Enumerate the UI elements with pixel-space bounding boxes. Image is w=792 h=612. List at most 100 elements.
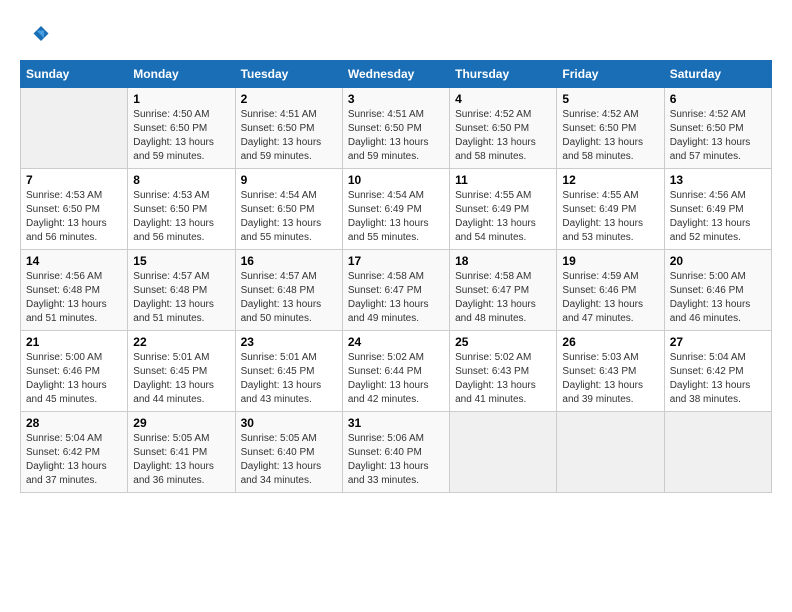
daylight-text: Daylight: 13 hours and 48 minutes. [455, 299, 536, 324]
sunset-text: Sunset: 6:50 PM [241, 123, 315, 134]
day-number: 24 [348, 335, 444, 349]
daylight-text: Daylight: 13 hours and 58 minutes. [455, 137, 536, 162]
daylight-text: Daylight: 13 hours and 53 minutes. [562, 218, 643, 243]
day-number: 5 [562, 92, 658, 106]
sunrise-text: Sunrise: 4:56 AM [670, 190, 746, 201]
sunset-text: Sunset: 6:50 PM [455, 123, 529, 134]
sunrise-text: Sunrise: 5:06 AM [348, 433, 424, 444]
daylight-text: Daylight: 13 hours and 39 minutes. [562, 380, 643, 405]
day-info: Sunrise: 4:54 AM Sunset: 6:50 PM Dayligh… [241, 189, 337, 245]
day-info: Sunrise: 4:58 AM Sunset: 6:47 PM Dayligh… [455, 270, 551, 326]
day-info: Sunrise: 4:56 AM Sunset: 6:49 PM Dayligh… [670, 189, 766, 245]
daylight-text: Daylight: 13 hours and 59 minutes. [348, 137, 429, 162]
day-number: 1 [133, 92, 229, 106]
weekday-header: Thursday [450, 61, 557, 88]
calendar-cell: 27 Sunrise: 5:04 AM Sunset: 6:42 PM Dayl… [664, 331, 771, 412]
daylight-text: Daylight: 13 hours and 43 minutes. [241, 380, 322, 405]
sunrise-text: Sunrise: 4:55 AM [455, 190, 531, 201]
header-row: SundayMondayTuesdayWednesdayThursdayFrid… [21, 61, 772, 88]
day-number: 25 [455, 335, 551, 349]
sunset-text: Sunset: 6:50 PM [133, 123, 207, 134]
sunset-text: Sunset: 6:46 PM [670, 285, 744, 296]
sunset-text: Sunset: 6:42 PM [670, 366, 744, 377]
sunrise-text: Sunrise: 4:51 AM [241, 109, 317, 120]
sunrise-text: Sunrise: 5:01 AM [241, 352, 317, 363]
calendar-cell: 1 Sunrise: 4:50 AM Sunset: 6:50 PM Dayli… [128, 88, 235, 169]
calendar-cell: 2 Sunrise: 4:51 AM Sunset: 6:50 PM Dayli… [235, 88, 342, 169]
weekday-header: Saturday [664, 61, 771, 88]
sunrise-text: Sunrise: 4:55 AM [562, 190, 638, 201]
sunrise-text: Sunrise: 5:01 AM [133, 352, 209, 363]
daylight-text: Daylight: 13 hours and 42 minutes. [348, 380, 429, 405]
daylight-text: Daylight: 13 hours and 58 minutes. [562, 137, 643, 162]
sunset-text: Sunset: 6:49 PM [455, 204, 529, 215]
day-info: Sunrise: 5:05 AM Sunset: 6:41 PM Dayligh… [133, 432, 229, 488]
calendar-row: 28 Sunrise: 5:04 AM Sunset: 6:42 PM Dayl… [21, 412, 772, 493]
day-number: 29 [133, 416, 229, 430]
sunset-text: Sunset: 6:42 PM [26, 447, 100, 458]
day-info: Sunrise: 5:00 AM Sunset: 6:46 PM Dayligh… [670, 270, 766, 326]
day-info: Sunrise: 5:00 AM Sunset: 6:46 PM Dayligh… [26, 351, 122, 407]
sunrise-text: Sunrise: 4:59 AM [562, 271, 638, 282]
sunrise-text: Sunrise: 5:05 AM [241, 433, 317, 444]
calendar-cell: 16 Sunrise: 4:57 AM Sunset: 6:48 PM Dayl… [235, 250, 342, 331]
day-info: Sunrise: 4:59 AM Sunset: 6:46 PM Dayligh… [562, 270, 658, 326]
calendar-cell: 17 Sunrise: 4:58 AM Sunset: 6:47 PM Dayl… [342, 250, 449, 331]
calendar-cell: 28 Sunrise: 5:04 AM Sunset: 6:42 PM Dayl… [21, 412, 128, 493]
sunset-text: Sunset: 6:50 PM [562, 123, 636, 134]
sunrise-text: Sunrise: 5:00 AM [26, 352, 102, 363]
daylight-text: Daylight: 13 hours and 33 minutes. [348, 461, 429, 486]
sunset-text: Sunset: 6:43 PM [455, 366, 529, 377]
calendar-cell: 12 Sunrise: 4:55 AM Sunset: 6:49 PM Dayl… [557, 169, 664, 250]
daylight-text: Daylight: 13 hours and 56 minutes. [133, 218, 214, 243]
daylight-text: Daylight: 13 hours and 57 minutes. [670, 137, 751, 162]
sunset-text: Sunset: 6:50 PM [348, 123, 422, 134]
day-number: 27 [670, 335, 766, 349]
daylight-text: Daylight: 13 hours and 59 minutes. [241, 137, 322, 162]
calendar-cell: 5 Sunrise: 4:52 AM Sunset: 6:50 PM Dayli… [557, 88, 664, 169]
sunset-text: Sunset: 6:40 PM [241, 447, 315, 458]
calendar-row: 7 Sunrise: 4:53 AM Sunset: 6:50 PM Dayli… [21, 169, 772, 250]
day-info: Sunrise: 4:52 AM Sunset: 6:50 PM Dayligh… [455, 108, 551, 164]
sunset-text: Sunset: 6:49 PM [562, 204, 636, 215]
day-number: 7 [26, 173, 122, 187]
weekday-header: Sunday [21, 61, 128, 88]
calendar-cell: 8 Sunrise: 4:53 AM Sunset: 6:50 PM Dayli… [128, 169, 235, 250]
calendar-cell: 24 Sunrise: 5:02 AM Sunset: 6:44 PM Dayl… [342, 331, 449, 412]
sunrise-text: Sunrise: 4:58 AM [455, 271, 531, 282]
calendar-cell: 23 Sunrise: 5:01 AM Sunset: 6:45 PM Dayl… [235, 331, 342, 412]
calendar-cell: 25 Sunrise: 5:02 AM Sunset: 6:43 PM Dayl… [450, 331, 557, 412]
sunset-text: Sunset: 6:46 PM [26, 366, 100, 377]
sunset-text: Sunset: 6:50 PM [133, 204, 207, 215]
daylight-text: Daylight: 13 hours and 41 minutes. [455, 380, 536, 405]
day-number: 15 [133, 254, 229, 268]
calendar-row: 21 Sunrise: 5:00 AM Sunset: 6:46 PM Dayl… [21, 331, 772, 412]
daylight-text: Daylight: 13 hours and 51 minutes. [133, 299, 214, 324]
daylight-text: Daylight: 13 hours and 38 minutes. [670, 380, 751, 405]
calendar-row: 14 Sunrise: 4:56 AM Sunset: 6:48 PM Dayl… [21, 250, 772, 331]
sunset-text: Sunset: 6:49 PM [670, 204, 744, 215]
day-number: 4 [455, 92, 551, 106]
sunset-text: Sunset: 6:50 PM [26, 204, 100, 215]
day-info: Sunrise: 5:05 AM Sunset: 6:40 PM Dayligh… [241, 432, 337, 488]
daylight-text: Daylight: 13 hours and 56 minutes. [26, 218, 107, 243]
sunrise-text: Sunrise: 5:02 AM [455, 352, 531, 363]
day-number: 13 [670, 173, 766, 187]
day-number: 17 [348, 254, 444, 268]
day-number: 3 [348, 92, 444, 106]
day-info: Sunrise: 4:58 AM Sunset: 6:47 PM Dayligh… [348, 270, 444, 326]
calendar-cell: 10 Sunrise: 4:54 AM Sunset: 6:49 PM Dayl… [342, 169, 449, 250]
calendar-cell [557, 412, 664, 493]
day-number: 10 [348, 173, 444, 187]
day-info: Sunrise: 5:02 AM Sunset: 6:44 PM Dayligh… [348, 351, 444, 407]
daylight-text: Daylight: 13 hours and 55 minutes. [241, 218, 322, 243]
sunrise-text: Sunrise: 5:02 AM [348, 352, 424, 363]
day-number: 22 [133, 335, 229, 349]
day-number: 12 [562, 173, 658, 187]
sunset-text: Sunset: 6:44 PM [348, 366, 422, 377]
daylight-text: Daylight: 13 hours and 55 minutes. [348, 218, 429, 243]
day-info: Sunrise: 4:56 AM Sunset: 6:48 PM Dayligh… [26, 270, 122, 326]
calendar-cell: 4 Sunrise: 4:52 AM Sunset: 6:50 PM Dayli… [450, 88, 557, 169]
sunrise-text: Sunrise: 5:04 AM [26, 433, 102, 444]
daylight-text: Daylight: 13 hours and 46 minutes. [670, 299, 751, 324]
